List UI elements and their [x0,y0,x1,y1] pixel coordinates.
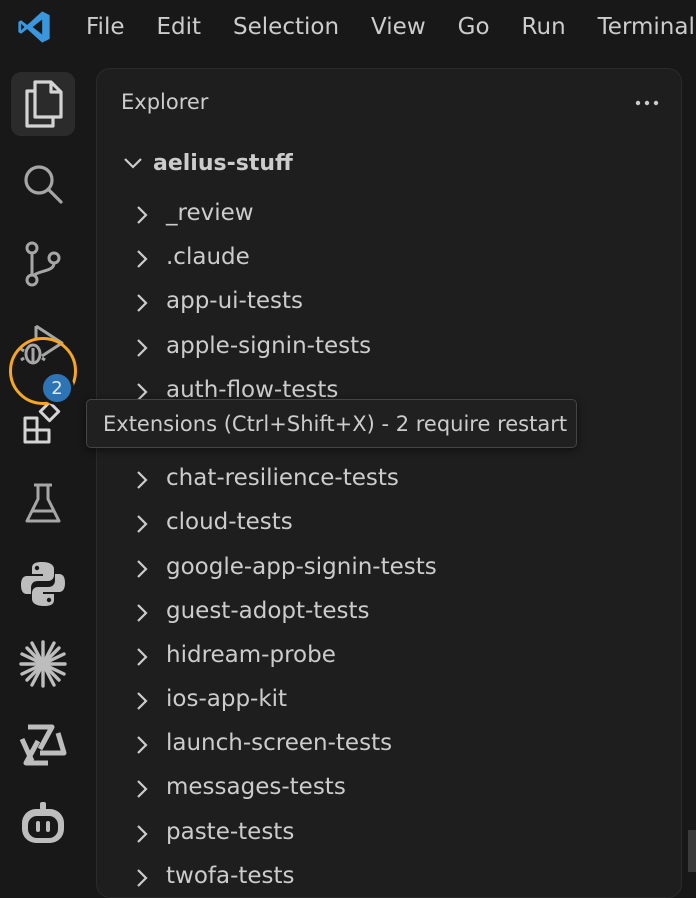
chevron-right-icon [137,869,148,887]
activity-copilot-agent[interactable] [11,712,75,776]
tree-item-app-ui-tests[interactable]: app-ui-tests [97,281,681,325]
extensions-badge: 2 [40,371,74,405]
chevron-right-icon [137,515,148,534]
folder-tree: _review .claude app-ui-tests apple-signi… [97,193,681,897]
chevron-right-icon [137,736,148,755]
tree-item-label: .claude [166,244,250,271]
activity-source-control[interactable] [11,232,75,296]
chevron-right-icon [137,692,148,710]
run-debug-icon [20,324,64,365]
tree-item-label: guest-adopt-tests [166,597,370,624]
tree-item-label: launch-screen-tests [166,730,393,757]
extensions-icon [23,402,61,444]
menu-edit[interactable]: Edit [141,0,218,54]
chevron-right-icon [137,603,148,622]
tree-item-label: hidream-probe [166,641,336,668]
tree-item-guest-adopt-tests[interactable]: guest-adopt-tests [97,591,681,635]
ellipsis-icon [635,100,659,106]
chevron-right-icon [137,780,148,799]
chevron-right-icon [137,824,148,843]
tree-item-label: app-ui-tests [166,288,304,315]
tree-item-label: paste-tests [166,818,295,845]
robot-icon [22,802,64,843]
tree-item-apple-signin-tests[interactable]: apple-signin-tests [97,326,681,370]
chevron-right-icon [137,338,148,357]
extensions-tooltip: Extensions (Ctrl+Shift+X) - 2 require re… [86,399,577,448]
tree-item-label: cloud-tests [166,509,293,536]
tree-item-cloud-tests[interactable]: cloud-tests [97,502,681,546]
menu-file[interactable]: File [68,0,141,54]
source-control-icon [25,241,61,287]
activity-bar [0,54,86,872]
tree-item-twofa-tests[interactable]: twofa-tests [97,856,681,897]
chevron-right-icon [137,648,148,666]
tree-item-label: ios-app-kit [166,686,288,713]
explorer-panel: Explorer aelius-stuff _review .claude ap… [96,68,682,898]
chevron-right-icon [137,559,148,578]
activity-run-debug[interactable] [11,312,75,376]
menu-terminal[interactable]: Terminal [582,0,696,54]
tree-item-google-app-signin-tests[interactable]: google-app-signin-tests [97,547,681,591]
explorer-header: Explorer [97,69,681,141]
menu-run[interactable]: Run [506,0,582,54]
menu-view[interactable]: View [355,0,442,54]
activity-explorer[interactable] [11,72,75,136]
tree-item-ios-app-kit[interactable]: ios-app-kit [97,679,681,723]
root-folder[interactable]: aelius-stuff [97,143,681,187]
tree-item-label: messages-tests [166,774,346,801]
menu-bar: File Edit Selection View Go Run Terminal [0,0,696,54]
activity-search[interactable] [11,152,75,216]
chevron-right-icon [137,206,148,224]
vertical-scrollbar[interactable] [688,830,696,872]
activity-testing[interactable] [11,472,75,536]
menu-go[interactable]: Go [442,0,506,54]
tree-item-label: chat-resilience-tests [166,465,399,492]
menu-selection[interactable]: Selection [217,0,355,54]
more-actions-button[interactable] [631,91,663,115]
tree-item-hidream-probe[interactable]: hidream-probe [97,635,681,679]
chevron-down-icon [124,158,142,169]
tree-item-label: apple-signin-tests [166,332,372,359]
tree-item-chat-resilience-tests[interactable]: chat-resilience-tests [97,458,681,502]
chevron-right-icon [137,294,148,313]
tree-item-review[interactable]: _review [97,193,681,237]
tree-item-claude[interactable]: .claude [97,237,681,281]
chevron-right-icon [137,471,148,489]
tree-item-label: _review [166,200,254,226]
tree-item-label: twofa-tests [166,862,295,889]
explorer-title: Explorer [121,90,209,114]
chevron-right-icon [137,250,148,268]
activity-claude[interactable] [11,632,75,696]
starburst-icon [19,640,67,688]
python-icon [21,562,65,606]
tree-item-messages-tests[interactable]: messages-tests [97,767,681,811]
tree-item-paste-tests[interactable]: paste-tests [97,812,681,856]
activity-chat[interactable] [11,792,75,856]
search-icon [24,165,63,204]
tree-item-launch-screen-tests[interactable]: launch-screen-tests [97,723,681,767]
files-icon [25,80,63,128]
flask-icon [25,483,61,523]
activity-python[interactable] [11,552,75,616]
vscode-logo-icon[interactable] [0,0,68,54]
tree-item-label: google-app-signin-tests [166,553,437,580]
root-folder-label: aelius-stuff [153,151,293,176]
triangle-knot-icon [19,724,67,766]
